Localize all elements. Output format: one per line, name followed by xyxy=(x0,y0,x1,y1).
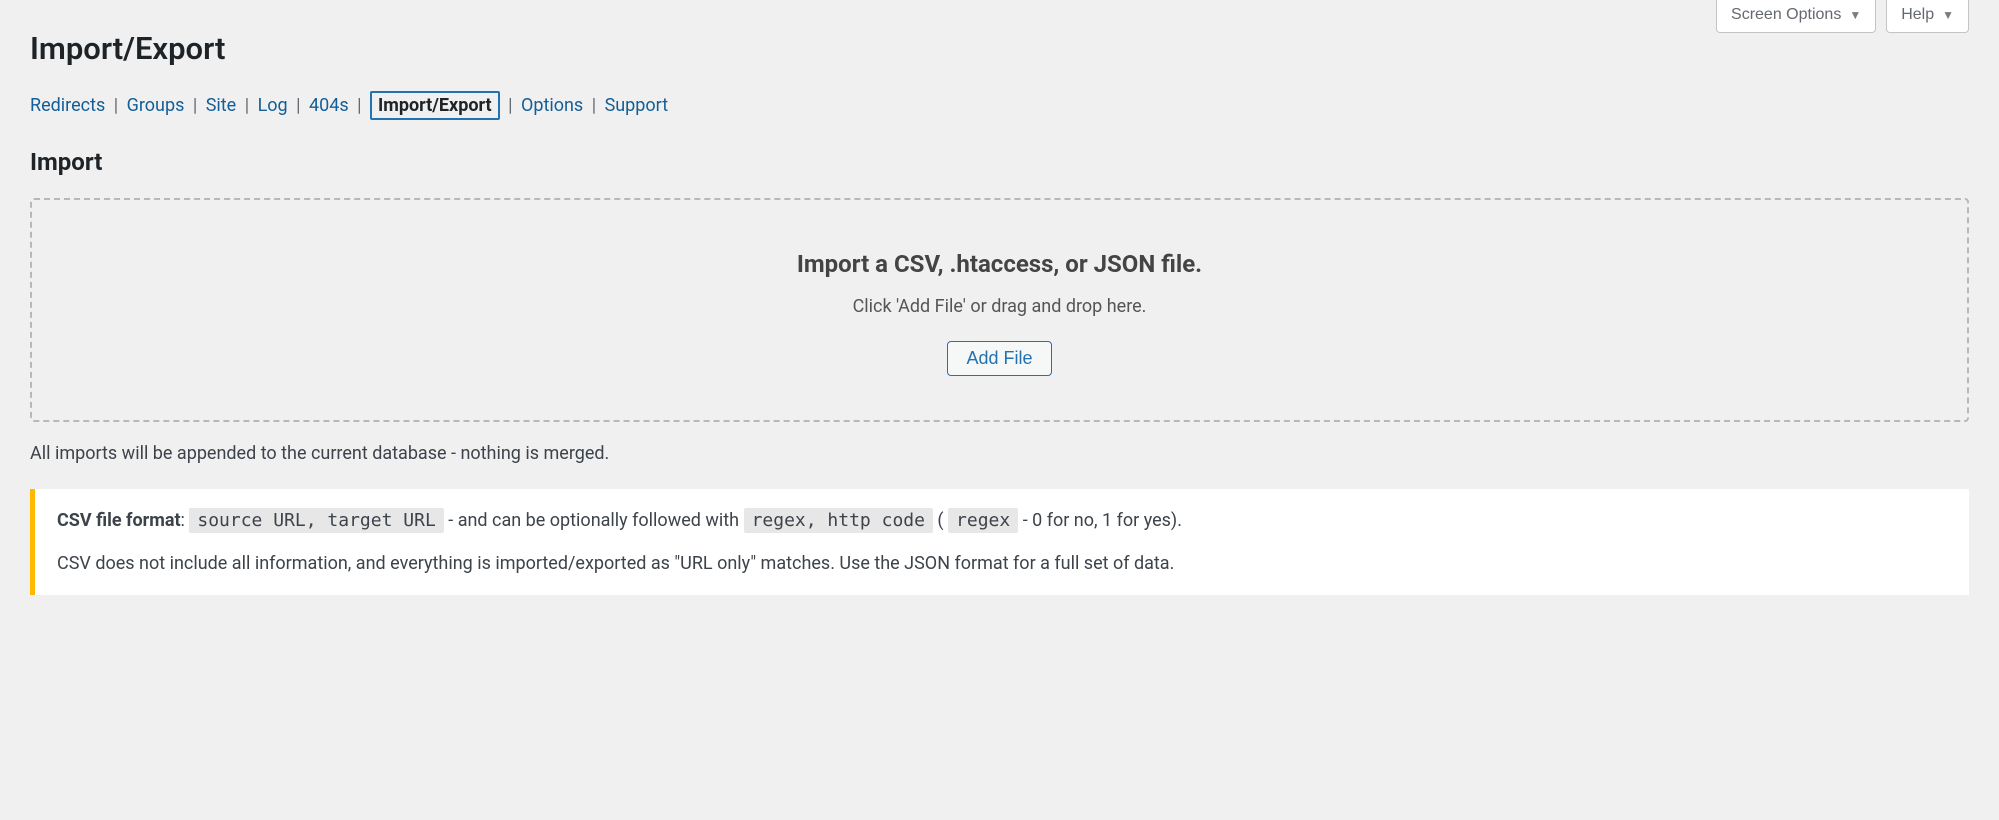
csv-info-box: CSV file format: source URL, target URL … xyxy=(30,489,1969,595)
separator: | xyxy=(241,95,253,116)
append-note: All imports will be appended to the curr… xyxy=(30,440,1969,467)
separator: | xyxy=(353,95,365,116)
dropzone-heading: Import a CSV, .htaccess, or JSON file. xyxy=(52,250,1947,278)
tab-groups[interactable]: Groups xyxy=(127,95,185,116)
help-button[interactable]: Help ▼ xyxy=(1886,0,1969,33)
file-dropzone[interactable]: Import a CSV, .htaccess, or JSON file. C… xyxy=(30,198,1969,422)
screen-options-label: Screen Options xyxy=(1731,6,1841,24)
csv-format-mid1: - and can be optionally followed with xyxy=(444,510,744,531)
help-label: Help xyxy=(1901,6,1934,24)
screen-options-button[interactable]: Screen Options ▼ xyxy=(1716,0,1876,33)
dropzone-instruction: Click 'Add File' or drag and drop here. xyxy=(52,296,1947,317)
csv-format-tail: - 0 for no, 1 for yes). xyxy=(1018,510,1182,531)
tab-redirects[interactable]: Redirects xyxy=(30,95,105,116)
tab-404s[interactable]: 404s xyxy=(309,95,349,116)
page-title: Import/Export xyxy=(30,10,1969,67)
csv-code-regex: regex xyxy=(948,508,1018,533)
tab-log[interactable]: Log xyxy=(258,95,288,116)
tab-import-export[interactable]: Import/Export xyxy=(370,91,500,120)
add-file-button[interactable]: Add File xyxy=(947,341,1051,376)
csv-format-line: CSV file format: source URL, target URL … xyxy=(57,507,1947,534)
tab-site[interactable]: Site xyxy=(206,95,237,116)
separator: | xyxy=(588,95,600,116)
csv-note-line: CSV does not include all information, an… xyxy=(57,550,1947,577)
csv-format-mid2: ( xyxy=(933,510,948,531)
csv-code-regex-http: regex, http code xyxy=(744,508,933,533)
separator: | xyxy=(292,95,304,116)
separator: | xyxy=(504,95,516,116)
chevron-down-icon: ▼ xyxy=(1942,8,1954,22)
import-section-title: Import xyxy=(30,148,1969,176)
csv-format-label: CSV file format xyxy=(57,510,181,531)
tab-navigation: Redirects | Groups | Site | Log | 404s |… xyxy=(30,91,1969,120)
tab-options[interactable]: Options xyxy=(521,95,583,116)
csv-code-source-target: source URL, target URL xyxy=(189,508,443,533)
tab-support[interactable]: Support xyxy=(605,95,669,116)
separator: | xyxy=(189,95,201,116)
chevron-down-icon: ▼ xyxy=(1849,8,1861,22)
separator: | xyxy=(110,95,122,116)
